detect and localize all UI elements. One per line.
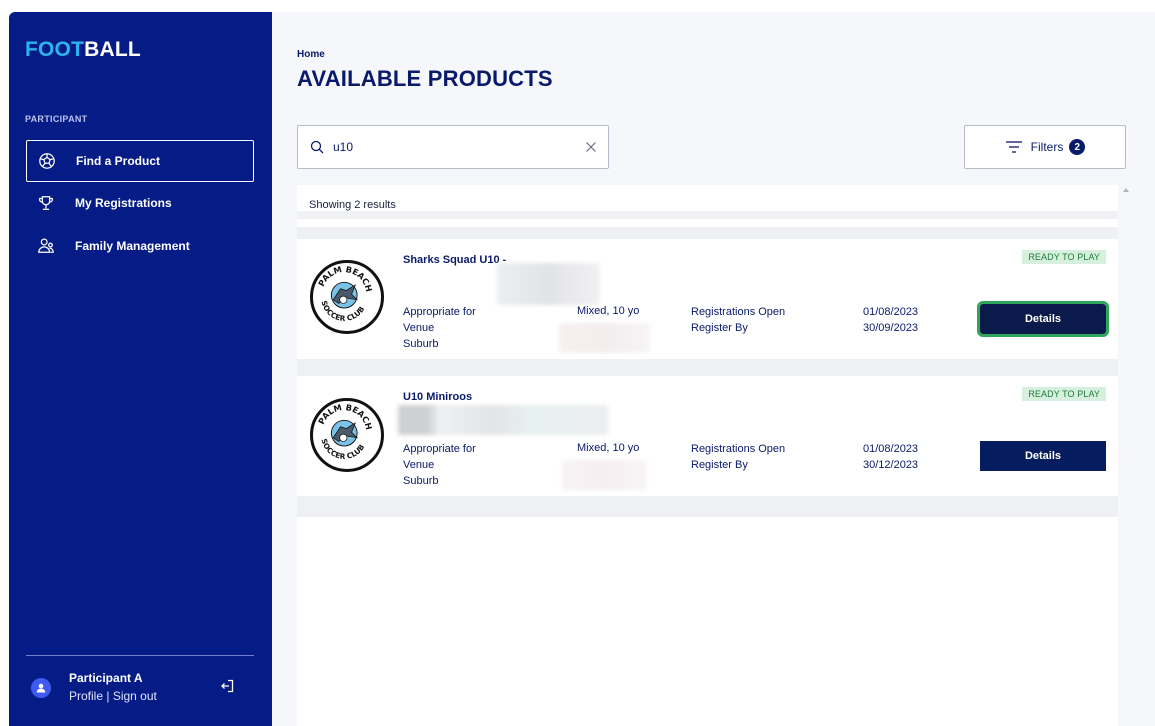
status-badge: READY TO PLAY xyxy=(1022,250,1106,264)
results-panel: Showing 2 results PALM BEACH SOCCER CLUB… xyxy=(297,185,1118,726)
appropriate-for-value: Mixed, 10 yo xyxy=(577,305,640,317)
filter-icon xyxy=(1005,141,1022,153)
main-content: Home AVAILABLE PRODUCTS Filters 2 Showin… xyxy=(272,12,1155,726)
link-separator: | xyxy=(103,689,113,703)
product-title: U10 Miniroos xyxy=(403,391,473,403)
close-icon[interactable] xyxy=(585,141,597,153)
redacted-text xyxy=(559,323,650,353)
sidebar-item-find-a-product[interactable]: Find a Product xyxy=(26,140,254,182)
soccer-ball-icon xyxy=(36,150,58,172)
search-icon xyxy=(310,140,324,154)
redacted-text xyxy=(398,405,608,435)
sidebar-item-label: My Registrations xyxy=(75,196,172,210)
sidebar-section-label: PARTICIPANT xyxy=(25,114,88,124)
label-suburb: Suburb xyxy=(403,475,439,487)
club-logo: PALM BEACH SOCCER CLUB xyxy=(310,260,384,334)
redacted-text xyxy=(497,263,600,305)
sidebar: FOOTBALL PARTICIPANT Find a Product My R… xyxy=(9,12,272,726)
filters-label: Filters xyxy=(1030,140,1064,154)
appropriate-for-value: Mixed, 10 yo xyxy=(577,442,640,454)
sign-out-link[interactable]: Sign out xyxy=(113,689,157,703)
page-title: AVAILABLE PRODUCTS xyxy=(297,66,553,91)
details-button[interactable]: Details xyxy=(977,301,1109,337)
logo-rest-text: BALL xyxy=(84,38,141,61)
club-logo: PALM BEACH SOCCER CLUB xyxy=(310,398,384,472)
registrations-open-date: 01/08/2023 xyxy=(863,306,919,318)
user-links: Profile | Sign out xyxy=(69,689,157,703)
results-header: Showing 2 results xyxy=(297,185,1118,219)
registrations-open-date: 01/08/2023 xyxy=(863,443,919,455)
status-badge: READY TO PLAY xyxy=(1022,387,1106,401)
sidebar-item-label: Find a Product xyxy=(76,154,160,168)
search-input[interactable] xyxy=(333,140,573,154)
logo-accent-text: FOOT xyxy=(25,38,85,61)
product-card: PALM BEACH SOCCER CLUB U10 Miniroos Appr… xyxy=(297,376,1118,496)
sidebar-divider xyxy=(26,655,254,656)
label-suburb: Suburb xyxy=(403,338,439,350)
results-count: Showing 2 results xyxy=(309,199,396,211)
registration-dates: 01/08/2023 30/12/2023 xyxy=(863,441,918,473)
family-icon xyxy=(35,235,57,257)
profile-link[interactable]: Profile xyxy=(69,689,103,703)
details-button[interactable]: Details xyxy=(980,441,1106,471)
product-meta-labels: Appropriate for Venue Suburb xyxy=(403,304,476,352)
sidebar-item-label: Family Management xyxy=(75,239,190,253)
shark-crest-icon: PALM BEACH SOCCER CLUB xyxy=(316,402,374,461)
label-registrations-open: Registrations Open xyxy=(691,443,786,455)
filters-count-badge: 2 xyxy=(1069,139,1086,155)
sign-out-icon[interactable] xyxy=(219,678,235,694)
registration-dates: 01/08/2023 30/09/2023 xyxy=(863,304,918,336)
user-icon xyxy=(36,683,46,693)
label-appropriate-for: Appropriate for xyxy=(403,306,476,318)
label-registrations-open: Registrations Open xyxy=(691,306,786,318)
shark-crest-icon: PALM BEACH SOCCER CLUB xyxy=(316,264,374,323)
registration-labels: Registrations Open Register By xyxy=(691,304,785,336)
label-venue: Venue xyxy=(403,459,435,471)
filters-button[interactable]: Filters 2 xyxy=(964,125,1126,169)
user-name: Participant A xyxy=(69,671,143,685)
redacted-text xyxy=(562,460,647,490)
label-appropriate-for: Appropriate for xyxy=(403,443,476,455)
product-title: Sharks Squad U10 - xyxy=(403,254,507,266)
register-by-date: 30/09/2023 xyxy=(863,322,919,334)
app-logo[interactable]: FOOTBALL xyxy=(25,38,141,62)
label-register-by: Register By xyxy=(691,322,748,334)
breadcrumb[interactable]: Home xyxy=(297,49,325,60)
scrollbar-up-arrow[interactable] xyxy=(1123,188,1129,192)
registration-labels: Registrations Open Register By xyxy=(691,441,785,473)
register-by-date: 30/12/2023 xyxy=(863,459,919,471)
product-meta-labels: Appropriate for Venue Suburb xyxy=(403,441,476,489)
search-box[interactable] xyxy=(297,125,609,169)
sidebar-item-my-registrations[interactable]: My Registrations xyxy=(26,182,254,224)
trophy-icon xyxy=(35,192,57,214)
avatar[interactable] xyxy=(31,678,51,698)
sidebar-item-family-management[interactable]: Family Management xyxy=(26,225,254,267)
product-card: PALM BEACH SOCCER CLUB Sharks Squad U10 … xyxy=(297,239,1118,359)
label-venue: Venue xyxy=(403,322,435,334)
label-register-by: Register By xyxy=(691,459,748,471)
